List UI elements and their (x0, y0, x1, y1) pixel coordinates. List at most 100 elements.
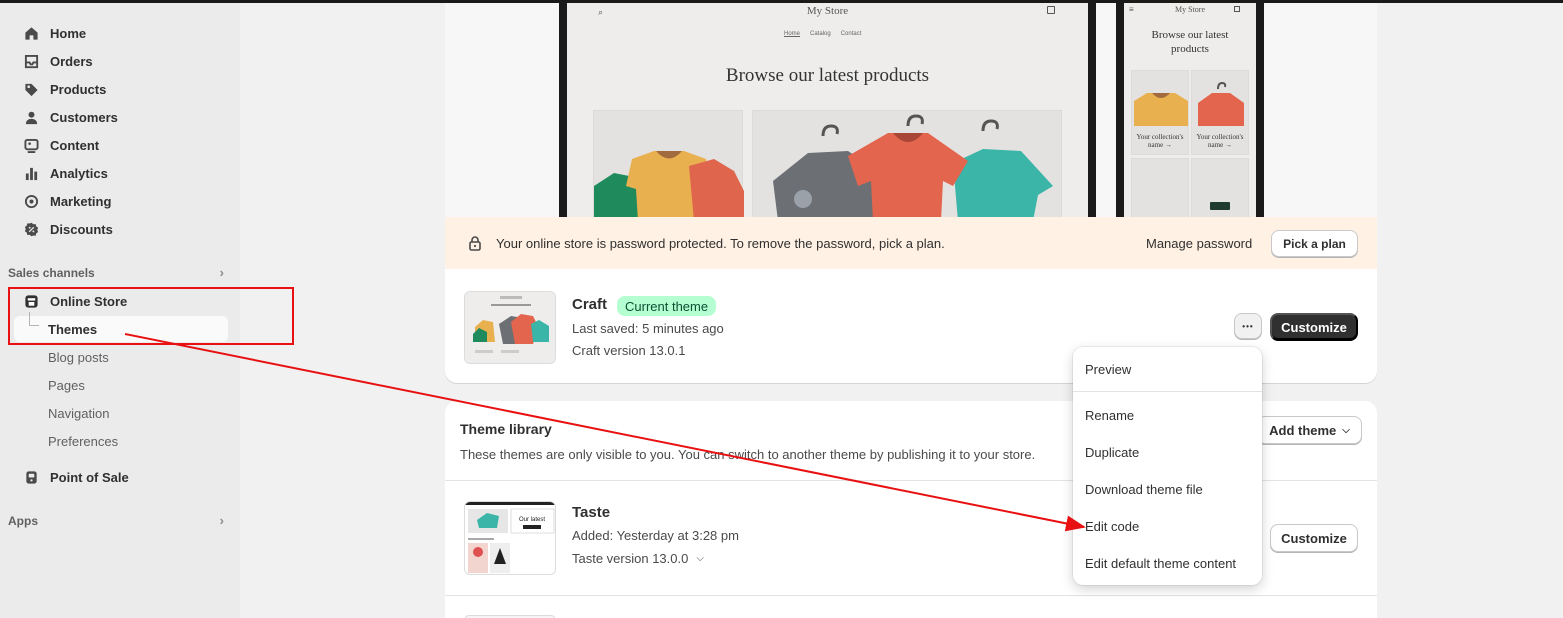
mobile-product-tile (1131, 158, 1189, 217)
add-theme-button[interactable]: Add theme ⌵ (1257, 416, 1362, 444)
sidebar-item-orders[interactable]: Orders (16, 48, 228, 74)
section-label: Sales channels (8, 265, 95, 280)
person-icon (22, 108, 40, 126)
taste-thumbnail-illustration: Our latest (465, 502, 555, 574)
sales-channels-header[interactable]: Sales channels › (8, 265, 224, 280)
menu-item-preview[interactable]: Preview (1085, 357, 1131, 381)
desktop-preview-screen: ⌕ My Store Home Catalog Contact Browse o… (567, 3, 1088, 217)
shirts-illustration (594, 151, 744, 217)
sidebar-item-point-of-sale[interactable]: Point of Sale (16, 464, 228, 490)
sidebar-item-label: Content (50, 137, 100, 153)
taste-theme-version-label: Taste version 13.0.0 (572, 551, 689, 566)
menu-item-download-theme-file[interactable]: Download theme file (1085, 477, 1203, 501)
sidebar-item-home[interactable]: Home (16, 20, 228, 46)
sidebar-item-label: Discounts (50, 221, 113, 237)
current-theme-name: Craft (572, 296, 608, 313)
bar-chart-icon (22, 164, 40, 182)
add-theme-label: Add theme (1269, 422, 1337, 438)
current-theme-version: Craft version 13.0.1 (572, 343, 686, 358)
menu-item-edit-code[interactable]: Edit code (1085, 514, 1139, 538)
sidebar-item-content[interactable]: Content (16, 132, 228, 158)
craft-thumbnail-illustration (465, 292, 555, 363)
customize-taste-button[interactable]: Customize (1270, 524, 1358, 552)
image-icon (22, 136, 40, 154)
home-icon (22, 24, 40, 42)
annotation-highlight-box (8, 287, 294, 345)
current-theme-last-saved: Last saved: 5 minutes ago (572, 321, 724, 336)
sidebar-subitem-preferences[interactable]: Preferences (48, 429, 118, 453)
chevron-right-icon: › (219, 265, 224, 280)
sidebar-item-label: Home (50, 25, 87, 41)
sidebar-item-label: Customers (50, 109, 118, 125)
mobile-preview-frame: ≡ My Store Browse our latest products Yo… (1116, 3, 1264, 217)
theme-actions-menu: Preview Rename Duplicate Download theme … (1073, 347, 1262, 585)
discount-icon (22, 220, 40, 238)
store-nav: Home Catalog Contact (784, 31, 861, 37)
taste-theme-thumbnail[interactable]: Our latest (464, 501, 556, 575)
lock-icon (469, 236, 481, 251)
menu-item-edit-default-theme-content[interactable]: Edit default theme content (1085, 551, 1236, 575)
target-icon (22, 192, 40, 210)
cart-icon (1047, 6, 1055, 14)
shirt-illustration (1134, 93, 1188, 126)
store-nav-link: Home (784, 31, 801, 37)
sidebar-item-analytics[interactable]: Analytics (16, 160, 228, 186)
sidebar-item-products[interactable]: Products (16, 76, 228, 102)
sidebar-subitem-blog-posts[interactable]: Blog posts (48, 345, 109, 369)
sidebar-item-label: Products (50, 81, 107, 97)
mobile-store-headline: Browse our latest products (1151, 29, 1229, 55)
store-name: My Store (806, 5, 849, 17)
menu-item-duplicate[interactable]: Duplicate (1085, 440, 1139, 464)
desktop-preview-frame: ⌕ My Store Home Catalog Contact Browse o… (559, 3, 1096, 217)
sidebar-item-label: Analytics (50, 165, 108, 181)
password-banner: Your online store is password protected.… (445, 217, 1377, 269)
taste-thumbnail-text: Our latest (519, 517, 545, 523)
hanging-shirts-illustration (773, 114, 1053, 217)
shirt-illustration (1198, 81, 1244, 126)
store-nav-link: Contact (840, 31, 862, 37)
mobile-product-tile: Your collection's name → (1131, 70, 1189, 155)
pick-plan-button[interactable]: Pick a plan (1271, 230, 1358, 257)
manage-password-link[interactable]: Manage password (1146, 236, 1252, 251)
divider (445, 595, 1377, 596)
store-headline: Browse our latest products (725, 65, 930, 86)
section-label: Apps (8, 513, 38, 528)
mobile-cart-icon (1234, 6, 1240, 12)
chevron-down-icon: ⌵ (696, 553, 704, 564)
current-theme-badge: Current theme (617, 296, 717, 316)
taste-theme-name: Taste (572, 504, 611, 521)
sidebar-item-marketing[interactable]: Marketing (16, 188, 228, 214)
password-message: Your online store is password protected.… (496, 236, 945, 251)
sidebar-item-discounts[interactable]: Discounts (16, 216, 228, 242)
sidebar-item-label: Orders (50, 53, 93, 69)
apps-header[interactable]: Apps › (8, 513, 224, 528)
mobile-button-mock (1210, 202, 1230, 210)
chevron-right-icon: › (219, 513, 224, 528)
taste-theme-added: Added: Yesterday at 3:28 pm (572, 528, 739, 543)
chevron-down-icon: ⌵ (1342, 424, 1350, 436)
menu-item-rename[interactable]: Rename (1085, 403, 1134, 427)
pos-icon (22, 468, 40, 486)
menu-divider (1073, 391, 1262, 392)
customize-current-theme-button[interactable]: Customize (1270, 313, 1358, 341)
sidebar-subitem-pages[interactable]: Pages (48, 373, 85, 397)
craft-theme-thumbnail[interactable] (464, 291, 556, 364)
mobile-product-tile: Your collection's name → (1191, 70, 1249, 155)
sidebar-item-label: Point of Sale (50, 469, 129, 485)
sidebar-item-customers[interactable]: Customers (16, 104, 228, 130)
collection-label: Your collection's name → (1196, 133, 1244, 149)
product-tile (752, 110, 1062, 217)
tag-icon (22, 80, 40, 98)
theme-library-description: These themes are only visible to you. Yo… (460, 447, 1036, 462)
sidebar-subitem-navigation[interactable]: Navigation (48, 401, 109, 425)
theme-library-title: Theme library (460, 421, 552, 437)
mobile-preview-screen: ≡ My Store Browse our latest products Yo… (1124, 3, 1256, 217)
taste-theme-version[interactable]: Taste version 13.0.0 ⌵ (572, 551, 704, 566)
inbox-icon (22, 52, 40, 70)
theme-preview[interactable]: ⌕ My Store Home Catalog Contact Browse o… (445, 3, 1377, 217)
product-tile (593, 110, 744, 217)
store-nav-link: Catalog (810, 31, 831, 37)
current-theme-card: ⌕ My Store Home Catalog Contact Browse o… (445, 3, 1377, 383)
collection-label: Your collection's name → (1136, 133, 1184, 149)
more-actions-button[interactable]: ••• (1234, 313, 1262, 339)
